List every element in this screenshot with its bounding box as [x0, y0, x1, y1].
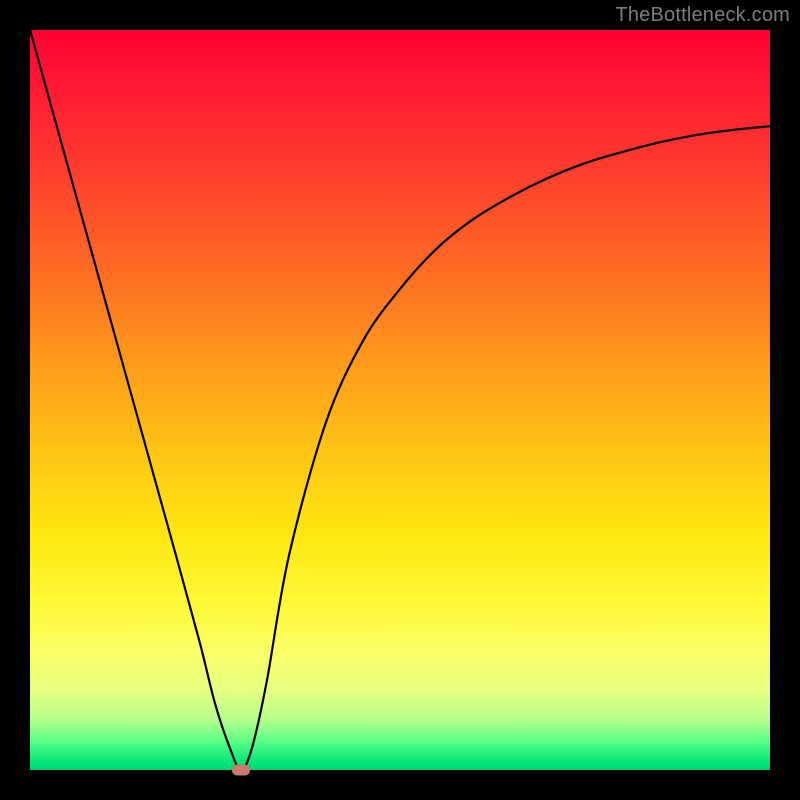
minimum-marker: [232, 765, 250, 776]
curve-svg: [30, 30, 770, 770]
chart-container: TheBottleneck.com: [0, 0, 800, 800]
watermark-text: TheBottleneck.com: [615, 4, 790, 27]
curve-line: [30, 30, 770, 770]
plot-area: [30, 30, 770, 770]
